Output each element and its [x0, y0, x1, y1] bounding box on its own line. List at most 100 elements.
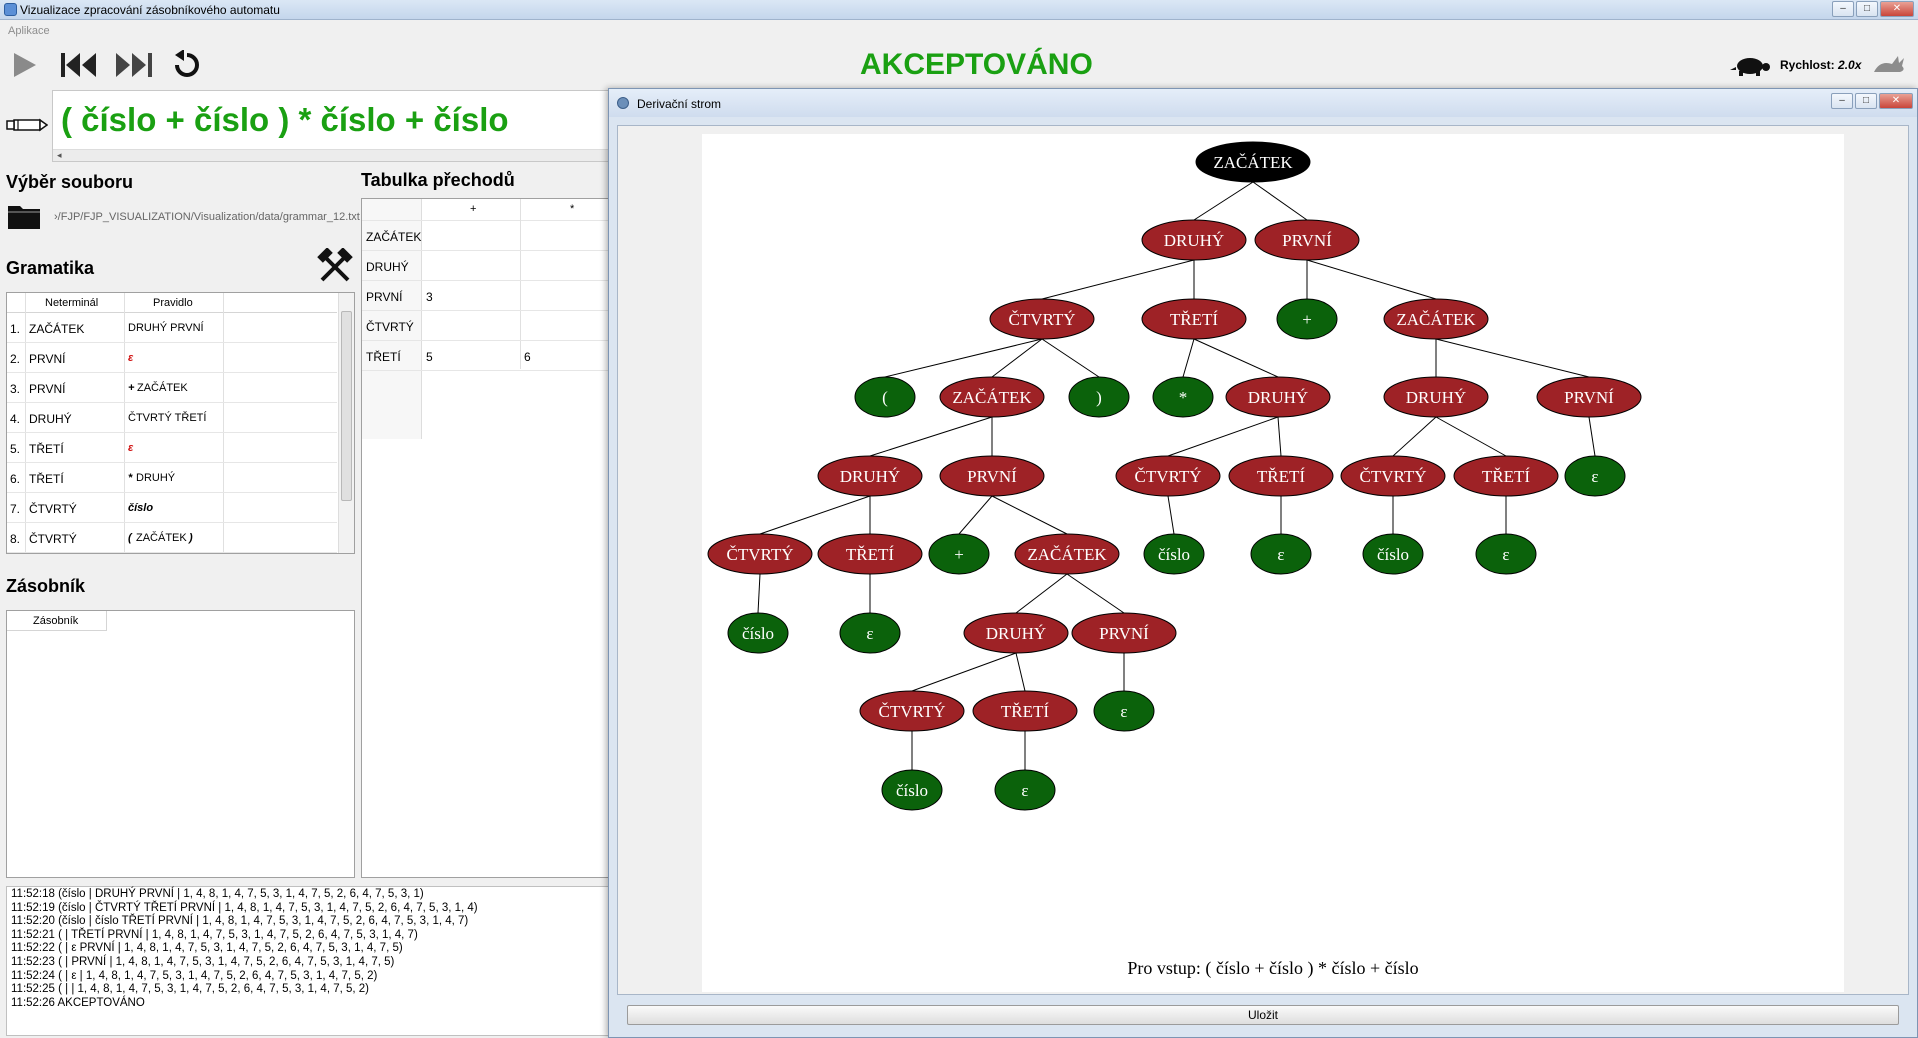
grammar-row[interactable]: 4. DRUHÝ ČTVRTÝ TŘETÍ [7, 403, 337, 433]
grammar-table-header: Neterminál Pravidlo [7, 293, 337, 313]
folder-icon[interactable] [6, 200, 44, 232]
col-star-header[interactable]: * [570, 203, 574, 215]
tree-node-label: PRVNÍ [1282, 231, 1332, 250]
tree-edge [1167, 495, 1175, 535]
tree-terminal-node: ε [1564, 455, 1626, 497]
col-nonterminal-header[interactable]: Neterminál [45, 297, 98, 309]
cell-plus: 3 [426, 290, 433, 304]
tree-node-label: TŘETÍ [1257, 467, 1305, 486]
grammar-row[interactable]: 3. PRVNÍ + ZAČÁTEK [7, 373, 337, 403]
grammar-row[interactable]: 1. ZAČÁTEK DRUHÝ PRVNÍ [7, 313, 337, 343]
tree-edge [911, 652, 1017, 692]
input-horizontal-scrollbar[interactable]: ◂ [53, 149, 611, 161]
tree-node-label: ε [1591, 467, 1598, 486]
grammar-row[interactable]: 5. TŘETÍ ε [7, 433, 337, 463]
row-nonterminal: DRUHÝ [366, 260, 409, 274]
tree-minimize-button[interactable]: – [1831, 93, 1853, 109]
row-rule: DRUHÝ [136, 472, 176, 484]
stack-table: Zásobník [6, 610, 355, 878]
rabbit-icon[interactable] [1870, 52, 1908, 78]
transitions-row[interactable]: TŘETÍ 5 6 [362, 341, 612, 371]
tree-node-label: ZAČÁTEK [1027, 545, 1107, 564]
tree-caption: Pro vstup: ( číslo + číslo ) * číslo + č… [1127, 958, 1418, 979]
speed-control: Rychlost: 2.0x [1730, 52, 1910, 78]
tree-maximize-button[interactable]: □ [1855, 93, 1877, 109]
skip-to-start-icon[interactable] [58, 50, 102, 80]
tree-terminal-node: ε [1475, 533, 1537, 575]
tree-panel: ZAČÁTEK DRUHÝ PRVNÍ ČTVRTÝ TŘETÍ + ZAČÁTEK (ZAČ… [617, 125, 1909, 995]
tree-node-label: číslo [1377, 545, 1409, 564]
turtle-icon[interactable] [1730, 52, 1772, 78]
row-nonterminal: ČTVRTÝ [366, 320, 414, 334]
tree-window-titlebar: Derivační strom – □ ✕ [609, 89, 1917, 117]
tree-nonterminal-node: ČTVRTÝ [1115, 455, 1221, 497]
tree-edge [1041, 259, 1195, 300]
input-string-field[interactable]: ( číslo + číslo ) * číslo + číslo ◂ [52, 90, 612, 162]
tree-node-label: TŘETÍ [1482, 467, 1530, 486]
tree-close-button[interactable]: ✕ [1879, 93, 1913, 109]
tree-edge [1306, 259, 1437, 300]
reset-icon[interactable] [170, 50, 204, 80]
tree-terminal-node: ε [994, 769, 1056, 811]
col-plus-header[interactable]: + [470, 203, 476, 215]
tree-nonterminal-node: PRVNÍ [1071, 612, 1177, 654]
transitions-row[interactable]: PRVNÍ 3 [362, 281, 612, 311]
grammar-row[interactable]: 8. ČTVRTÝ ( ZAČÁTEK ) [7, 523, 337, 553]
tree-node-label: TŘETÍ [1001, 702, 1049, 721]
minimize-button[interactable]: – [1832, 1, 1854, 17]
tree-nonterminal-node: TŘETÍ [817, 533, 923, 575]
tree-node-label: PRVNÍ [967, 467, 1017, 486]
tools-icon[interactable] [316, 248, 354, 284]
col-stack-header[interactable]: Zásobník [33, 615, 78, 627]
transitions-row[interactable]: ZAČÁTEK [362, 221, 612, 251]
tree-edge [1193, 338, 1279, 378]
col-rule-header[interactable]: Pravidlo [153, 297, 193, 309]
tree-terminal-node: + [1276, 298, 1338, 340]
tree-node-label: ČTVRTÝ [1135, 467, 1202, 486]
log-line: 11:52:22 ( | ε PRVNÍ | 1, 4, 8, 1, 4, 7,… [11, 942, 403, 955]
row-rule: ε [128, 352, 134, 364]
tree-edge [1252, 181, 1308, 221]
save-button[interactable]: Uložit [627, 1005, 1899, 1025]
close-button[interactable]: ✕ [1880, 1, 1914, 17]
log-panel: 11:52:18 (číslo | DRUHÝ PRVNÍ | 1, 4, 8,… [6, 886, 610, 1036]
tree-node-label: PRVNÍ [1564, 388, 1614, 407]
tree-terminal-node: číslo [727, 612, 789, 654]
tree-node-label: ZAČÁTEK [952, 388, 1032, 407]
tree-edge [759, 495, 871, 535]
row-number: 8. [10, 532, 21, 546]
grammar-vertical-scrollbar[interactable] [338, 293, 354, 553]
row-rule-terminal: ) [189, 532, 193, 544]
tree-edge [991, 495, 1068, 535]
grammar-row[interactable]: 6. TŘETÍ * DRUHÝ [7, 463, 337, 493]
transitions-row[interactable]: DRUHÝ [362, 251, 612, 281]
scroll-left-arrow[interactable]: ◂ [57, 150, 62, 160]
file-section-title: Výběr souboru [6, 172, 134, 192]
transitions-section-title: Tabulka přechodů [361, 170, 515, 190]
grammar-row[interactable]: 7. ČTVRTÝ číslo [7, 493, 337, 523]
row-rule: ε [128, 442, 134, 454]
row-rule: ZAČÁTEK [137, 382, 188, 394]
stack-section-title: Zásobník [6, 576, 86, 596]
maximize-button[interactable]: □ [1856, 1, 1878, 17]
transitions-row[interactable]: ČTVRTÝ [362, 311, 612, 341]
skip-to-end-icon[interactable] [112, 50, 156, 80]
tree-edge [1041, 338, 1100, 378]
grammar-table: Neterminál Pravidlo 1. ZAČÁTEK DRUHÝ PRV… [6, 292, 355, 554]
tree-edge [884, 338, 1043, 378]
main-titlebar: Vizualizace zpracování zásobníkového aut… [0, 0, 1918, 20]
scrollbar-thumb[interactable] [341, 311, 352, 501]
tree-nonterminal-node: ZAČÁTEK [939, 376, 1045, 418]
pencil-icon [6, 118, 48, 132]
menu-app[interactable]: Aplikace [8, 25, 50, 37]
tree-node-label: ZAČÁTEK [1396, 310, 1476, 329]
tree-canvas: ZAČÁTEK DRUHÝ PRVNÍ ČTVRTÝ TŘETÍ + ZAČÁTEK (ZAČ… [702, 134, 1844, 992]
tree-root-node: ZAČÁTEK [1195, 141, 1311, 183]
row-nonterminal: ČTVRTÝ [29, 532, 77, 546]
tree-node-label: ε [1502, 545, 1509, 564]
play-icon[interactable] [8, 50, 42, 80]
tree-node-label: ( [882, 388, 888, 407]
log-line: 11:52:19 (číslo | ČTVRTÝ TŘETÍ PRVNÍ | 1… [11, 901, 478, 914]
grammar-row[interactable]: 2. PRVNÍ ε [7, 343, 337, 373]
tree-edge [1193, 181, 1254, 221]
